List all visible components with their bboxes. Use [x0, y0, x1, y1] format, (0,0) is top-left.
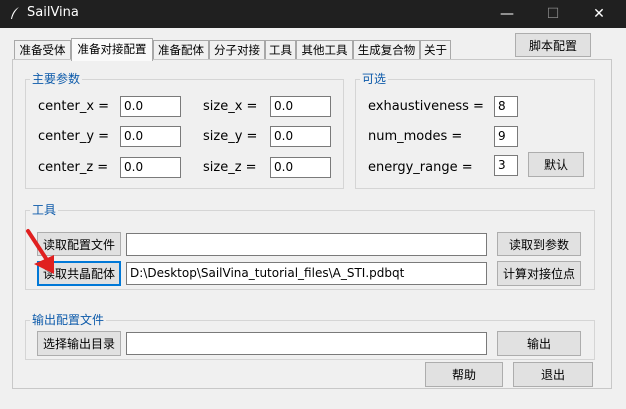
size-x-input[interactable]: 0.0 [270, 96, 331, 117]
window-title: SailVina [27, 5, 79, 20]
exhaustiveness-input[interactable]: 8 [494, 96, 518, 117]
exhaustiveness-label: exhaustiveness = [368, 99, 484, 114]
size-z-label: size_z = [203, 160, 257, 175]
num-modes-label: num_modes = [368, 129, 463, 144]
tab-prepare-docking-config[interactable]: 准备对接配置 [71, 38, 153, 61]
ligand-path-input[interactable]: D:\Desktop\SailVina_tutorial_files\A_STI… [126, 262, 487, 285]
size-y-label: size_y = [203, 129, 258, 144]
config-file-input[interactable] [126, 233, 487, 256]
tab-prepare-ligand[interactable]: 准备配体 [153, 40, 209, 59]
read-config-button[interactable]: 读取配置文件 [37, 232, 121, 256]
read-to-params-button[interactable]: 读取到参数 [497, 232, 581, 256]
center-y-input[interactable]: 0.0 [120, 126, 181, 147]
tab-tools[interactable]: 工具 [265, 40, 296, 59]
close-button[interactable]: ✕ [576, 0, 622, 28]
help-button[interactable]: 帮助 [425, 362, 503, 387]
output-button[interactable]: 输出 [497, 331, 581, 356]
size-x-label: size_x = [203, 99, 258, 114]
calc-docking-site-button[interactable]: 计算对接位点 [497, 261, 581, 286]
script-config-button[interactable]: 脚本配置 [515, 33, 591, 57]
maximize-button[interactable]: ☐ [530, 0, 576, 28]
read-ligand-button[interactable]: 读取共晶配体 [37, 261, 121, 286]
minimize-button[interactable]: — [484, 0, 530, 28]
tab-about[interactable]: 关于 [420, 40, 451, 59]
feather-icon [11, 7, 19, 19]
center-x-input[interactable]: 0.0 [120, 96, 181, 117]
tools-title: 工具 [30, 203, 59, 217]
optional-title: 可选 [360, 72, 389, 86]
output-title: 输出配置文件 [30, 313, 107, 327]
tab-molecular-docking[interactable]: 分子对接 [209, 40, 265, 59]
center-z-input[interactable]: 0.0 [120, 157, 181, 178]
size-y-input[interactable]: 0.0 [270, 126, 331, 147]
center-z-label: center_z = [38, 160, 109, 175]
main-window: 准备受体 准备对接配置 准备配体 分子对接 工具 其他工具 生成复合物 关于 脚… [0, 28, 626, 409]
exit-button[interactable]: 退出 [513, 362, 593, 387]
select-output-dir-button[interactable]: 选择输出目录 [37, 331, 121, 356]
output-dir-input[interactable] [126, 332, 487, 355]
num-modes-input[interactable]: 9 [494, 126, 518, 147]
center-x-label: center_x = [38, 99, 110, 114]
size-z-input[interactable]: 0.0 [270, 157, 331, 178]
energy-range-input[interactable]: 3 [494, 155, 518, 176]
default-button[interactable]: 默认 [528, 152, 584, 177]
tab-generate-complex[interactable]: 生成复合物 [353, 40, 420, 59]
tab-prepare-receptor[interactable]: 准备受体 [14, 40, 71, 59]
energy-range-label: energy_range = [368, 160, 473, 175]
main-params-title: 主要参数 [30, 72, 83, 86]
title-bar[interactable]: SailVina — ☐ ✕ [0, 0, 626, 28]
tab-other-tools[interactable]: 其他工具 [296, 40, 353, 59]
center-y-label: center_y = [38, 129, 110, 144]
